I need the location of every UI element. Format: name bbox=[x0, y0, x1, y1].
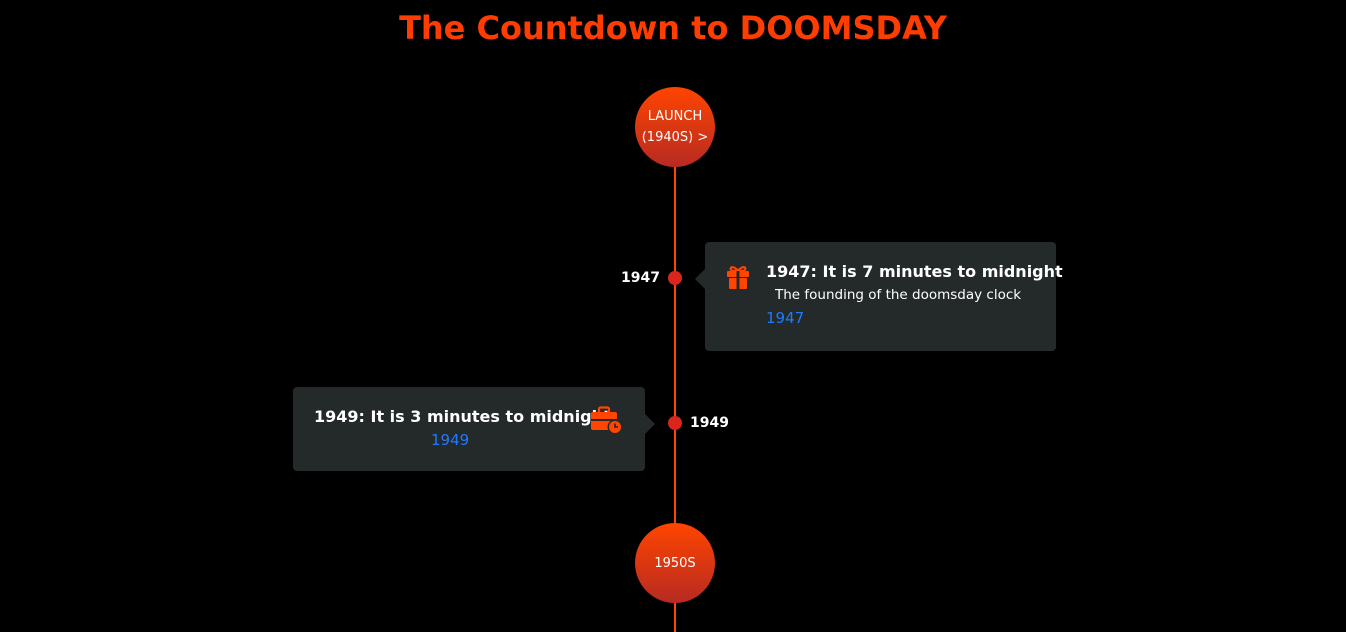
event-link-1949[interactable]: 1949 bbox=[431, 430, 469, 450]
era-node-launch[interactable]: LAUNCH (1940S) > bbox=[635, 87, 715, 167]
doomsday-timeline-page: The Countdown to DOOMSDAY LAUNCH (1940S)… bbox=[0, 0, 1346, 632]
page-title: The Countdown to DOOMSDAY bbox=[399, 9, 947, 47]
era-node-1950s[interactable]: 1950S bbox=[635, 523, 715, 603]
year-label-1949: 1949 bbox=[690, 415, 729, 431]
event-link-1947[interactable]: 1947 bbox=[766, 308, 804, 328]
event-title-1947: 1947: It is 7 minutes to midnight bbox=[766, 262, 1063, 281]
gift-icon bbox=[723, 262, 753, 292]
event-card-1949: 1949: It is 3 minutes to midnight 1949 bbox=[293, 387, 655, 471]
event-title-1949: 1949: It is 3 minutes to midnight bbox=[314, 407, 611, 426]
event-description-1947: The founding of the doomsday clock bbox=[775, 287, 1022, 303]
briefcase-clock-icon bbox=[589, 405, 625, 435]
era-label-launch: LAUNCH bbox=[647, 109, 703, 124]
event-card-1947: 1947: It is 7 minutes to midnight The fo… bbox=[695, 242, 1063, 351]
year-label-1947: 1947 bbox=[621, 270, 660, 286]
era-label-launch-range: (1940S) > bbox=[641, 130, 709, 145]
era-label-1950s: 1950S bbox=[654, 555, 696, 571]
timeline-dot-1949 bbox=[668, 416, 682, 430]
timeline-dot-1947 bbox=[668, 271, 682, 285]
